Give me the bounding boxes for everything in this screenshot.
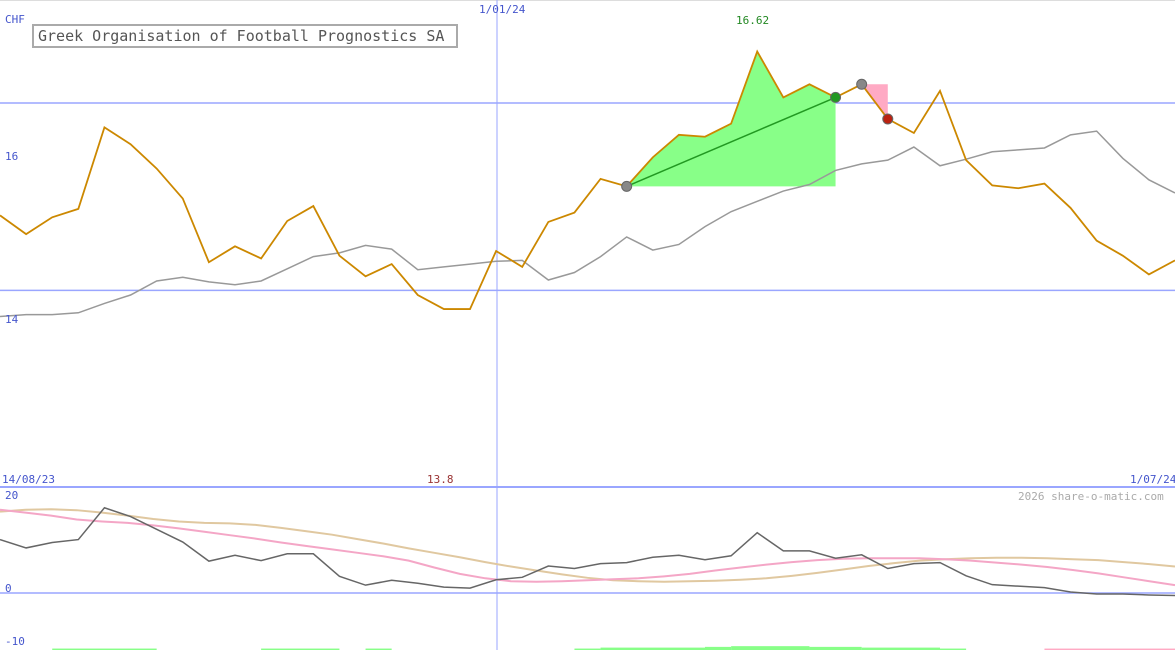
price-line xyxy=(0,49,1175,310)
chart-title: Greek Organisation of Football Prognosti… xyxy=(38,27,444,45)
price-chart: CHF 1/01/24 16.62 14/08/23 13.8 1/07/24 … xyxy=(0,0,1175,650)
trade-area-0 xyxy=(626,51,836,187)
average-line xyxy=(0,130,1175,318)
osc-tick-label-0: 0 xyxy=(5,582,12,595)
oscillator-panel xyxy=(0,506,1175,650)
watermark: 2026 share-o-matic.com xyxy=(1018,490,1164,503)
date-label-end: 1/07/24 xyxy=(1130,473,1175,486)
grid-lines xyxy=(0,0,1175,650)
signal-bar-6 xyxy=(731,646,810,650)
trade-entry-dot-1 xyxy=(856,78,868,90)
osc-line-osc_slow xyxy=(0,508,1175,583)
y-tick-label-16: 16 xyxy=(5,150,18,163)
osc-tick-label-20: 20 xyxy=(5,489,18,502)
trade-exit-dot-1 xyxy=(882,113,894,125)
date-label-mid: 1/01/24 xyxy=(479,3,526,16)
trade-entry-dot-0 xyxy=(621,180,633,192)
currency-label: CHF xyxy=(5,13,25,26)
series-lines xyxy=(0,49,1175,318)
trade-exit-dot-0 xyxy=(830,91,842,103)
max-value-label: 16.62 xyxy=(736,14,769,27)
min-value-label: 13.8 xyxy=(427,473,454,486)
y-tick-label-14: 14 xyxy=(5,313,19,326)
date-label-start: 14/08/23 xyxy=(2,473,55,486)
osc-tick-label-minus10: -10 xyxy=(5,635,25,648)
trade-areas xyxy=(626,51,888,187)
